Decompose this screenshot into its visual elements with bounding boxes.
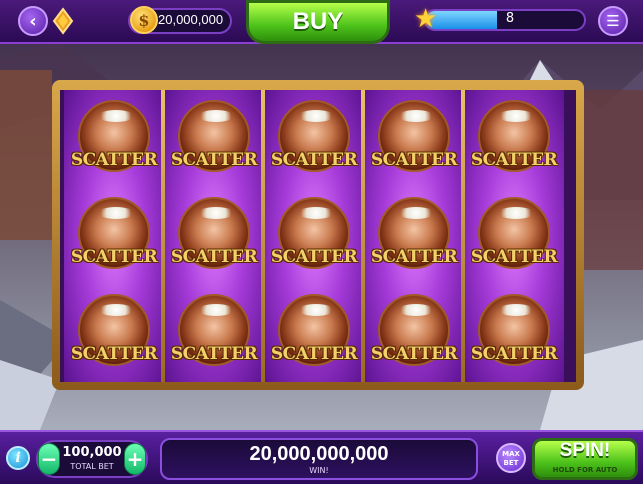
scatter-label: SCATTER — [270, 344, 358, 364]
scatter-symbol: SCATTER — [170, 193, 258, 281]
chevron-left-icon: ‹ — [29, 10, 37, 32]
scatter-label: SCATTER — [70, 247, 158, 267]
scatter-label: SCATTER — [170, 150, 258, 170]
buy-button[interactable]: BUY — [246, 0, 390, 44]
scatter-symbol: SCATTER — [270, 193, 358, 281]
max-bet-label-bottom: BET — [503, 459, 519, 467]
total-bet-value: 100,000 — [62, 445, 122, 460]
info-button[interactable]: i — [6, 446, 30, 470]
scatter-symbol: SCATTER — [370, 96, 458, 184]
back-button[interactable]: ‹ — [18, 6, 48, 36]
scatter-symbol: SCATTER — [470, 96, 558, 184]
scatter-label: SCATTER — [70, 150, 158, 170]
scatter-label: SCATTER — [370, 150, 458, 170]
decrease-bet-button[interactable]: − — [38, 443, 60, 475]
flame-gem-icon[interactable] — [52, 7, 74, 35]
level-value: 8 — [505, 11, 515, 26]
scatter-symbol: SCATTER — [270, 96, 358, 184]
spin-label: SPIN! — [559, 440, 611, 461]
increase-bet-button[interactable]: + — [124, 443, 146, 475]
scatter-symbol: SCATTER — [170, 96, 258, 184]
max-bet-label-top: MAX — [502, 450, 520, 458]
scatter-symbol: SCATTER — [70, 193, 158, 281]
scatter-symbol: SCATTER — [70, 290, 158, 378]
coin-balance: 20,000,000 — [158, 12, 224, 27]
scatter-label: SCATTER — [270, 247, 358, 267]
scatter-label: SCATTER — [70, 344, 158, 364]
scatter-symbol: SCATTER — [470, 290, 558, 378]
spin-sublabel: HOLD FOR AUTO — [552, 466, 618, 474]
scatter-symbol: SCATTER — [470, 193, 558, 281]
reel-divider — [361, 90, 365, 382]
total-bet-label: TOTAL BET — [70, 462, 114, 471]
scatter-label: SCATTER — [470, 344, 558, 364]
win-label: WIN! — [309, 466, 329, 475]
scatter-symbol: SCATTER — [70, 96, 158, 184]
scatter-symbol: SCATTER — [370, 290, 458, 378]
max-bet-button[interactable]: MAX BET — [496, 443, 526, 473]
scatter-label: SCATTER — [470, 150, 558, 170]
scatter-symbol: SCATTER — [370, 193, 458, 281]
scatter-label: SCATTER — [170, 344, 258, 364]
reel-divider — [161, 90, 165, 382]
menu-button[interactable]: ☰ — [598, 6, 628, 36]
star-icon: ★ — [414, 4, 438, 34]
scatter-label: SCATTER — [170, 247, 258, 267]
scatter-label: SCATTER — [270, 150, 358, 170]
scatter-label: SCATTER — [370, 344, 458, 364]
reel-divider — [261, 90, 265, 382]
scatter-symbol: SCATTER — [270, 290, 358, 378]
win-value: 20,000,000,000 — [249, 443, 389, 465]
scatter-symbol: SCATTER — [170, 290, 258, 378]
scatter-label: SCATTER — [470, 247, 558, 267]
reel-divider — [461, 90, 465, 382]
coin-icon: $ — [130, 6, 158, 34]
scatter-label: SCATTER — [370, 247, 458, 267]
hamburger-menu-icon: ☰ — [606, 12, 620, 30]
